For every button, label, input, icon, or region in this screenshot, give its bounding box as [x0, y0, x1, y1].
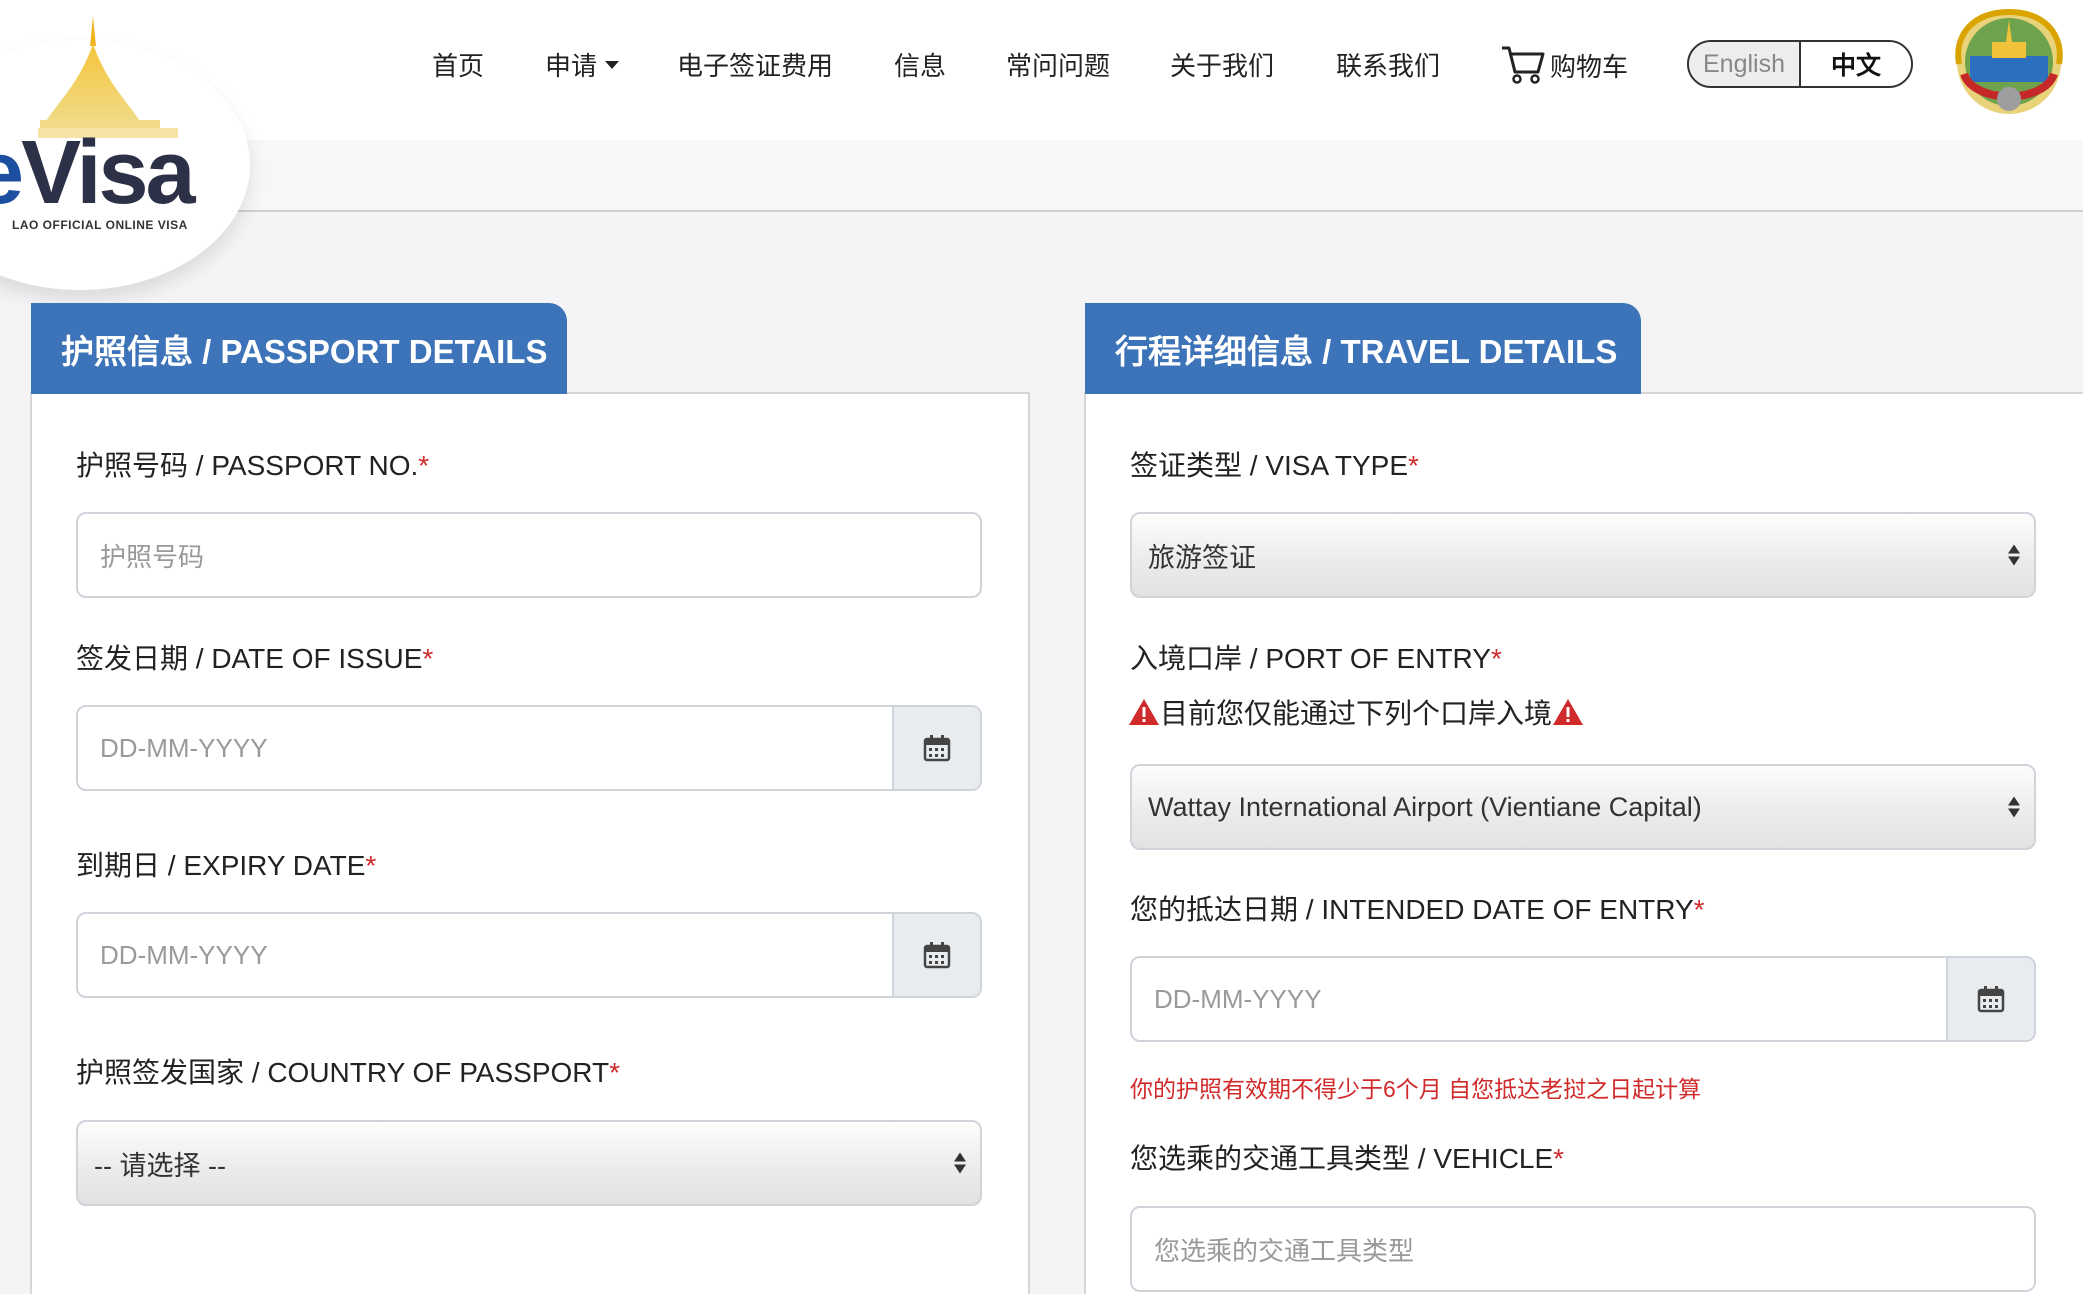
- intended-date-of-entry-label: 您的抵达日期 / INTENDED DATE OF ENTRY*: [1130, 888, 1705, 928]
- date-of-issue-calendar-button[interactable]: [892, 707, 980, 789]
- required-mark: *: [1490, 643, 1502, 674]
- nav-about-us[interactable]: 关于我们: [1170, 46, 1274, 83]
- passport-validity-hint: 你的护照有效期不得少于6个月 自您抵达老挝之日起计算: [1130, 1076, 1702, 1102]
- vehicle-label: 您选乘的交通工具类型 / VEHICLE*: [1130, 1137, 1564, 1177]
- country-of-passport-value: -- 请选择 --: [94, 1150, 226, 1181]
- lao-national-emblem-icon: [1955, 8, 2063, 114]
- port-of-entry-warning: 目前您仅能通过下列个口岸入境: [1128, 692, 1584, 732]
- required-mark: *: [1408, 450, 1419, 481]
- logo-brand-rest: Visa: [21, 123, 196, 223]
- calendar-icon: [923, 735, 951, 762]
- required-mark: *: [1553, 1143, 1565, 1174]
- date-of-issue-placeholder: DD-MM-YYYY: [100, 732, 268, 763]
- port-of-entry-select[interactable]: Wattay International Airport (Vientiane …: [1130, 764, 2036, 850]
- language-switcher: English 中文: [1687, 40, 1913, 88]
- vehicle-label-text: 您选乘的交通工具类型 / VEHICLE: [1130, 1143, 1554, 1174]
- nav-apply[interactable]: 申请: [545, 46, 620, 83]
- vehicle-input[interactable]: 您选乘的交通工具类型: [1130, 1206, 2036, 1292]
- required-mark: *: [1693, 894, 1705, 925]
- chevron-down-icon: [605, 61, 620, 70]
- expiry-date-placeholder: DD-MM-YYYY: [100, 939, 268, 970]
- intended-date-of-entry-placeholder: DD-MM-YYYY: [1154, 983, 1322, 1014]
- expiry-date-label-text: 到期日 / EXPIRY DATE: [76, 850, 366, 881]
- lang-chinese-button[interactable]: 中文: [1801, 42, 1911, 86]
- intended-date-of-entry-label-text: 您的抵达日期 / INTENDED DATE OF ENTRY: [1130, 894, 1694, 925]
- date-of-issue-label-text: 签发日期 / DATE OF ISSUE: [76, 643, 423, 674]
- vehicle-placeholder: 您选乘的交通工具类型: [1154, 1235, 1415, 1266]
- visa-type-label: 签证类型 / VISA TYPE*: [1130, 444, 1419, 484]
- passport-no-placeholder: 护照号码: [100, 541, 205, 572]
- calendar-icon: [1977, 986, 2005, 1013]
- intended-date-of-entry-input[interactable]: DD-MM-YYYY: [1132, 958, 1946, 1040]
- visa-type-select[interactable]: 旅游签证: [1130, 512, 2036, 598]
- passport-details-tab: 护照信息 / PASSPORT DETAILS: [31, 303, 567, 394]
- nav-contact-us[interactable]: 联系我们: [1336, 46, 1440, 83]
- port-of-entry-warning-text: 目前您仅能通过下列个口岸入境: [1160, 698, 1553, 729]
- nav-home[interactable]: 首页: [432, 46, 484, 83]
- warning-icon: [1129, 699, 1159, 725]
- date-of-issue-field: DD-MM-YYYY: [76, 705, 982, 791]
- cart-link[interactable]: 购物车: [1500, 44, 1628, 86]
- cart-label: 购物车: [1550, 51, 1629, 82]
- warning-icon: [1553, 699, 1584, 725]
- intended-date-of-entry-calendar-button[interactable]: [1946, 958, 2034, 1040]
- select-arrows-icon: [2008, 796, 2020, 818]
- port-of-entry-label-text: 入境口岸 / PORT OF ENTRY: [1130, 643, 1491, 674]
- country-of-passport-select[interactable]: -- 请选择 --: [76, 1120, 982, 1206]
- shopping-cart-icon: [1502, 46, 1545, 84]
- passport-no-input[interactable]: 护照号码: [76, 512, 982, 598]
- evisa-logo[interactable]: eVisa LAO OFFICIAL ONLINE VISA: [0, 0, 260, 250]
- expiry-date-field: DD-MM-YYYY: [76, 912, 982, 998]
- nav-faq[interactable]: 常问问题: [1006, 46, 1110, 83]
- nav-info[interactable]: 信息: [894, 46, 946, 83]
- required-mark: *: [609, 1057, 621, 1088]
- required-mark: *: [365, 850, 377, 881]
- intended-date-of-entry-field: DD-MM-YYYY: [1130, 956, 2036, 1042]
- visa-type-value: 旅游签证: [1148, 542, 1256, 573]
- expiry-date-calendar-button[interactable]: [892, 914, 980, 996]
- required-mark: *: [418, 450, 430, 481]
- logo-subtitle: LAO OFFICIAL ONLINE VISA: [12, 218, 188, 232]
- country-of-passport-label: 护照签发国家 / COUNTRY OF PASSPORT*: [76, 1051, 620, 1091]
- expiry-date-input[interactable]: DD-MM-YYYY: [78, 914, 892, 996]
- country-of-passport-label-text: 护照签发国家 / COUNTRY OF PASSPORT: [76, 1057, 610, 1088]
- calendar-icon: [923, 942, 951, 969]
- evisa-logo-text: eVisa: [0, 128, 196, 218]
- nav-apply-label: 申请: [545, 51, 598, 81]
- required-mark: *: [422, 643, 434, 674]
- expiry-date-label: 到期日 / EXPIRY DATE*: [76, 844, 376, 884]
- select-arrows-icon: [2008, 544, 2020, 566]
- passport-no-label: 护照号码 / PASSPORT NO.*: [76, 444, 429, 484]
- port-of-entry-label: 入境口岸 / PORT OF ENTRY*: [1130, 637, 1502, 677]
- port-of-entry-value: Wattay International Airport (Vientiane …: [1148, 791, 1702, 822]
- visa-type-label-text: 签证类型 / VISA TYPE: [1130, 450, 1409, 481]
- travel-details-tab: 行程详细信息 / TRAVEL DETAILS: [1085, 303, 1641, 394]
- date-of-issue-input[interactable]: DD-MM-YYYY: [78, 707, 892, 789]
- select-arrows-icon: [954, 1152, 966, 1174]
- passport-no-label-text: 护照号码 / PASSPORT NO.: [76, 450, 419, 481]
- header-band: [180, 140, 2083, 212]
- lang-english-button[interactable]: English: [1689, 42, 1801, 86]
- nav-evisa-fee[interactable]: 电子签证费用: [677, 46, 833, 83]
- date-of-issue-label: 签发日期 / DATE OF ISSUE*: [76, 637, 433, 677]
